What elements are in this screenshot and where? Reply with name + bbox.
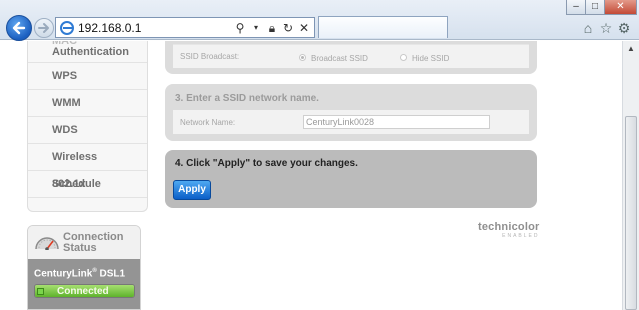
connection-status-bar: Connected	[34, 284, 135, 298]
technicolor-logo: technicolor ENABLED	[478, 221, 540, 239]
sidebar-item-wps[interactable]: WPS	[28, 63, 147, 90]
network-name-input[interactable]	[303, 115, 490, 129]
logo-subtext: ENABLED	[502, 233, 540, 239]
sidebar-item-mac-authentication[interactable]: MAC Authentication	[28, 41, 147, 63]
status-led-icon	[37, 288, 44, 295]
ssid-broadcast-panel: SSID Broadcast: Broadcast SSID Hide SSID	[165, 41, 537, 74]
ssid-broadcast-row: SSID Broadcast: Broadcast SSID Hide SSID	[173, 44, 529, 68]
connection-status-body: CenturyLink® DSL1 Connected	[28, 259, 140, 309]
network-name-row: Network Name:	[173, 110, 529, 134]
broadcast-ssid-label: Broadcast SSID	[311, 54, 368, 63]
close-button[interactable]: ✕	[604, 0, 637, 15]
forward-arrow-icon	[38, 23, 49, 33]
sidebar-item-wmm[interactable]: WMM	[28, 90, 147, 117]
minimize-button[interactable]: –	[566, 0, 586, 15]
apply-panel: 4. Click "Apply" to save your changes. A…	[165, 150, 537, 208]
connection-status-header: Connection Status	[28, 226, 140, 259]
home-icon[interactable]: ⌂	[580, 20, 596, 36]
address-bar[interactable]: 192.168.0.1 ⚲ ▾ 🔒︎ ↻ ✕	[55, 17, 315, 38]
browser-tab[interactable]	[318, 16, 448, 38]
gauge-icon	[35, 237, 59, 250]
dropdown-icon[interactable]: ▾	[250, 21, 262, 35]
hide-ssid-radio[interactable]	[400, 54, 407, 61]
step-4-title: 4. Click "Apply" to save your changes.	[175, 158, 358, 169]
network-name-label: Network Name:	[180, 118, 236, 127]
scrollbar-thumb[interactable]	[625, 116, 637, 310]
refresh-icon[interactable]: ↻	[282, 21, 294, 35]
stop-icon[interactable]: ✕	[298, 21, 310, 35]
step-3-title: 3. Enter a SSID network name.	[175, 93, 319, 104]
sidebar-item-label: 802.1x	[52, 178, 86, 190]
connection-status-title-line2: Status	[63, 242, 97, 254]
browser-toolbar: 192.168.0.1 ⚲ ▾ 🔒︎ ↻ ✕ – □ ✕ ⌂ ☆ ⚙	[0, 0, 639, 41]
settings-icon[interactable]: ⚙	[616, 20, 632, 37]
favorites-icon[interactable]: ☆	[598, 20, 614, 37]
vertical-scrollbar[interactable]: ▲	[622, 41, 639, 310]
forward-button[interactable]	[34, 18, 54, 38]
logo-text: technicolor	[478, 221, 540, 233]
sidebar-item-wireless-schedule[interactable]: Wireless Schedule	[28, 144, 147, 190]
address-url[interactable]: 192.168.0.1	[78, 21, 141, 35]
sidebar-item-8021x[interactable]: 802.1x	[28, 171, 147, 198]
scroll-up-arrow-icon[interactable]: ▲	[623, 41, 639, 57]
apply-button[interactable]: Apply	[173, 180, 211, 200]
sidebar-item-wds[interactable]: WDS	[28, 117, 147, 144]
hide-ssid-label: Hide SSID	[412, 54, 450, 63]
sidebar-item-label: WMM	[52, 97, 81, 109]
search-icon[interactable]: ⚲	[234, 21, 246, 35]
connection-name: CenturyLink® DSL1	[34, 268, 126, 280]
broadcast-ssid-radio[interactable]	[299, 54, 306, 61]
sidebar-item-label: Authentication	[52, 46, 129, 58]
maximize-button[interactable]: □	[585, 0, 605, 15]
ssid-name-panel: 3. Enter a SSID network name. Network Na…	[165, 84, 537, 141]
ssid-broadcast-label: SSID Broadcast:	[180, 52, 240, 61]
lock-icon[interactable]: 🔒︎	[266, 21, 278, 35]
sidebar-item-label: WPS	[52, 70, 78, 82]
page-viewport: MAC Authentication WPS WMM WDS Wireless …	[0, 41, 622, 310]
sidebar-item-label: WDS	[52, 124, 78, 136]
ie-page-icon	[60, 21, 74, 35]
back-button[interactable]	[6, 15, 32, 41]
connection-status-widget: Connection Status CenturyLink® DSL1 Conn…	[27, 225, 141, 310]
back-arrow-icon	[12, 21, 26, 35]
sidebar-menu: MAC Authentication WPS WMM WDS Wireless …	[27, 41, 148, 212]
connection-status-text: Connected	[57, 286, 109, 297]
